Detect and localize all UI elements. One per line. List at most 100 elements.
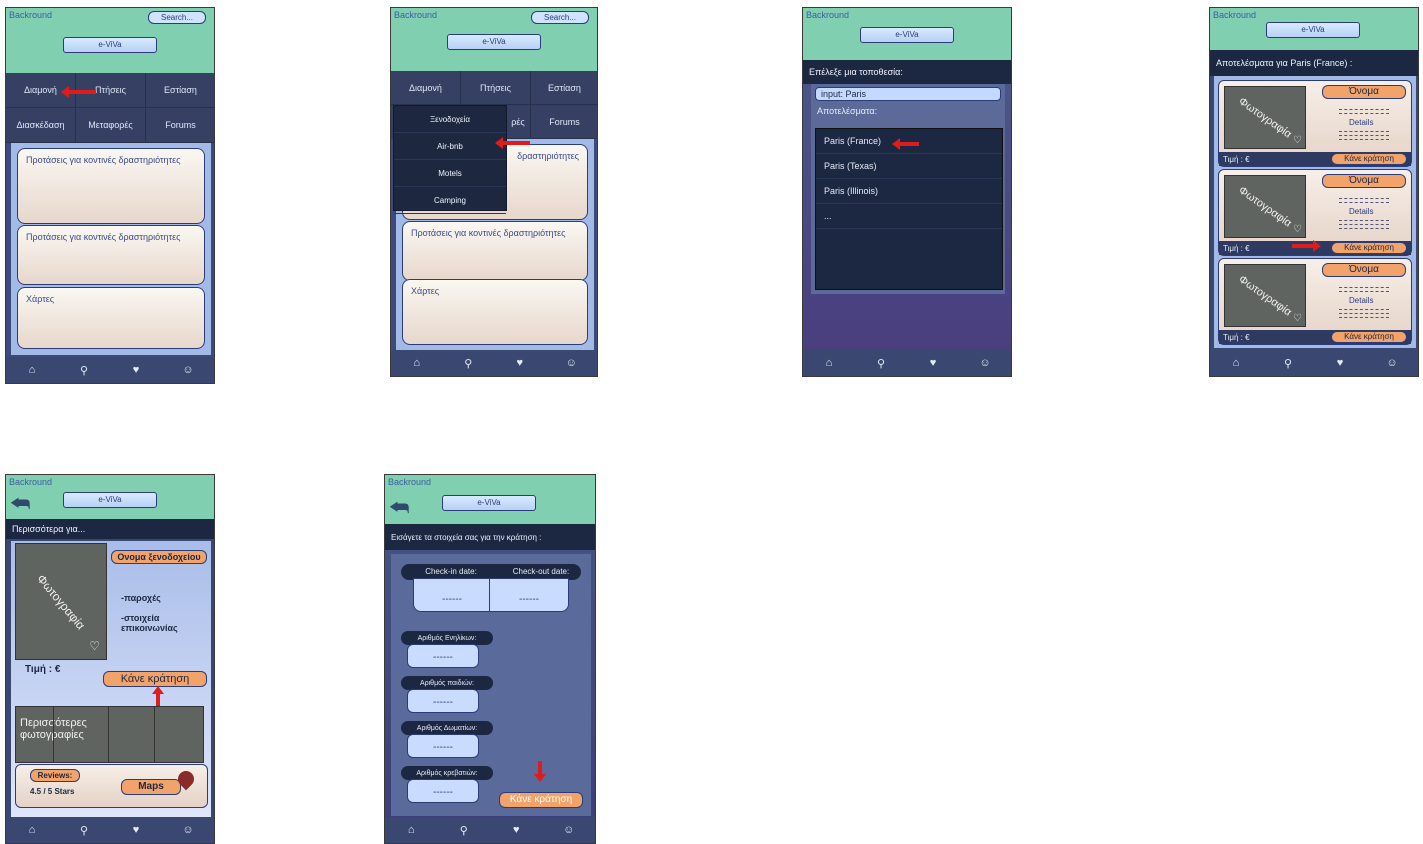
- book-button[interactable]: Κάνε κράτηση: [499, 792, 583, 808]
- nav-flights[interactable]: Πτήσεις: [461, 71, 531, 105]
- home-icon[interactable]: ⌂: [803, 350, 855, 376]
- back-arrow-icon[interactable]: ⮪: [389, 497, 409, 519]
- checkout-field[interactable]: ------: [489, 578, 569, 612]
- header: Backround Search... e-ViVa: [391, 8, 597, 71]
- result-item[interactable]: ...: [816, 204, 1002, 229]
- activities-card[interactable]: Προτάσεις για κοντινές δραστηριότητες: [402, 221, 588, 281]
- heart-icon[interactable]: ♥: [490, 817, 543, 843]
- heart-icon[interactable]: ♥: [907, 350, 959, 376]
- search-icon[interactable]: ⚲: [1262, 350, 1314, 376]
- home-icon[interactable]: ⌂: [6, 817, 58, 843]
- bottom-nav: ⌂ ⚲ ♥ ☺: [6, 817, 214, 843]
- result-item[interactable]: Paris (Texas): [816, 154, 1002, 179]
- reviews-badge[interactable]: Reviews:: [30, 769, 80, 782]
- nav-transport[interactable]: ρές: [506, 105, 531, 139]
- screen-location-select: Backround e-ViVa Επέλεξε μια τοποθεσία: …: [802, 7, 1012, 377]
- search-icon[interactable]: ⚲: [58, 357, 110, 383]
- result-item[interactable]: Paris (Illinois): [816, 179, 1002, 204]
- children-label: Αριθμός παιδιών:: [401, 676, 493, 690]
- menu-item-motels[interactable]: Motels: [394, 160, 506, 187]
- app-logo: e-ViVa: [860, 27, 954, 43]
- page-title: Αποτελέσματα για Paris (France) :: [1210, 50, 1418, 76]
- home-icon[interactable]: ⌂: [6, 357, 58, 383]
- contact-label: -στοιχεία επικοινωνίας: [121, 613, 178, 633]
- book-button[interactable]: Κάνε κράτηση: [1331, 331, 1407, 343]
- heart-icon[interactable]: ♥: [110, 357, 162, 383]
- search-icon[interactable]: ⚲: [443, 350, 495, 376]
- user-icon[interactable]: ☺: [1366, 350, 1418, 376]
- user-icon[interactable]: ☺: [162, 357, 214, 383]
- nav-entertainment[interactable]: Διασκέδαση: [6, 108, 76, 143]
- user-icon[interactable]: ☺: [162, 817, 214, 843]
- bottom-nav: ⌂ ⚲ ♥ ☺: [391, 350, 597, 376]
- user-icon[interactable]: ☺: [959, 350, 1011, 376]
- rooms-label: Αριθμός Δωματίων:: [401, 721, 493, 735]
- back-arrow-icon[interactable]: ⮪: [10, 493, 30, 515]
- heart-icon[interactable]: ♡: [89, 639, 100, 653]
- heart-icon[interactable]: ♥: [110, 817, 162, 843]
- user-icon[interactable]: ☺: [546, 350, 598, 376]
- book-button[interactable]: Κάνε κράτηση: [1331, 242, 1407, 254]
- heart-icon[interactable]: ♥: [494, 350, 546, 376]
- header: Backround ⮪ e-ViVa: [385, 475, 595, 524]
- heart-icon[interactable]: ♡: [1293, 224, 1302, 235]
- details-label[interactable]: Details: [1349, 118, 1373, 127]
- search-input[interactable]: Search...: [148, 11, 206, 24]
- screen-home: Backround Search... e-ViVa Διαμονή Πτήσε…: [5, 7, 215, 384]
- nav-transport[interactable]: Μεταφορές: [76, 108, 146, 143]
- nav-dining[interactable]: Εστίαση: [146, 73, 214, 108]
- hotel-card[interactable]: Φωτογραφία ♡ Όνομα Details Τιμή : € Κάνε …: [1218, 258, 1412, 345]
- heart-icon[interactable]: ♡: [1293, 135, 1302, 146]
- heart-icon[interactable]: ♡: [1293, 313, 1302, 324]
- beds-field[interactable]: ------: [407, 779, 479, 803]
- maps-card[interactable]: Χάρτες: [402, 279, 588, 345]
- date-range: Check-in date: Check-out date: ------ --…: [401, 564, 581, 614]
- results-label: Αποτελέσματα:: [817, 106, 878, 116]
- book-button[interactable]: Κάνε κράτηση: [1331, 153, 1407, 165]
- nav-forums[interactable]: Forums: [531, 105, 597, 139]
- home-icon[interactable]: ⌂: [385, 817, 438, 843]
- text-lines: [1339, 285, 1389, 295]
- name-badge: Όνομα: [1322, 85, 1406, 99]
- nav-dining[interactable]: Εστίαση: [531, 71, 597, 105]
- nav-accommodation[interactable]: Διαμονή: [391, 71, 461, 105]
- maps-button[interactable]: Maps: [121, 779, 181, 795]
- maps-card[interactable]: Χάρτες: [17, 287, 205, 349]
- adults-field[interactable]: ------: [407, 644, 479, 668]
- form-panel: Check-in date: Check-out date: ------ --…: [391, 554, 591, 816]
- home-icon[interactable]: ⌂: [391, 350, 443, 376]
- results-list: Paris (France) Paris (Texas) Paris (Illi…: [815, 128, 1003, 290]
- checkin-field[interactable]: ------: [413, 578, 491, 612]
- nav-forums[interactable]: Forums: [146, 108, 214, 143]
- more-photos-strip[interactable]: Περισσότερες φωτογραφίες: [15, 706, 204, 763]
- activities-card[interactable]: Προτάσεις για κοντινές δραστηριότητες: [17, 225, 205, 285]
- search-icon[interactable]: ⚲: [58, 817, 110, 843]
- screen-booking-form: Backround ⮪ e-ViVa Εισάγετε τα στοιχεία …: [384, 474, 596, 844]
- category-nav: Διαμονή Πτήσεις Εστίαση Διασκέδαση Μεταφ…: [6, 73, 214, 143]
- text-lines: [1339, 129, 1389, 143]
- bottom-nav: ⌂ ⚲ ♥ ☺: [1210, 350, 1418, 376]
- user-icon[interactable]: ☺: [543, 817, 596, 843]
- location-input[interactable]: input: Paris: [815, 87, 1001, 101]
- heart-icon[interactable]: ♥: [1314, 350, 1366, 376]
- bottom-nav: ⌂ ⚲ ♥ ☺: [385, 817, 595, 843]
- backround-label: Backround: [394, 10, 438, 20]
- search-icon[interactable]: ⚲: [855, 350, 907, 376]
- photo-placeholder: Φωτογραφία ♡: [1224, 175, 1306, 238]
- rooms-field[interactable]: ------: [407, 734, 479, 758]
- details-label[interactable]: Details: [1349, 296, 1373, 305]
- menu-item-camping[interactable]: Camping: [394, 187, 506, 214]
- menu-item-airbnb[interactable]: Air-bnb: [394, 133, 506, 160]
- price-label: Τιμή : €: [1223, 332, 1250, 342]
- price-label: Τιμή : €: [1223, 243, 1250, 253]
- children-field[interactable]: ------: [407, 689, 479, 713]
- book-button[interactable]: Κάνε κράτηση: [103, 671, 207, 687]
- home-icon[interactable]: ⌂: [1210, 350, 1262, 376]
- menu-item-hotels[interactable]: Ξενοδοχεία: [394, 106, 506, 133]
- activities-card[interactable]: Προτάσεις για κοντινές δραστηριότητες: [17, 148, 205, 224]
- search-input[interactable]: Search...: [531, 11, 589, 24]
- details-label[interactable]: Details: [1349, 207, 1373, 216]
- header: Backround e-ViVa: [1210, 8, 1418, 50]
- search-icon[interactable]: ⚲: [438, 817, 491, 843]
- hotel-card[interactable]: Φωτογραφία ♡ Όνομα Details Τιμή : € Κάνε …: [1218, 80, 1412, 167]
